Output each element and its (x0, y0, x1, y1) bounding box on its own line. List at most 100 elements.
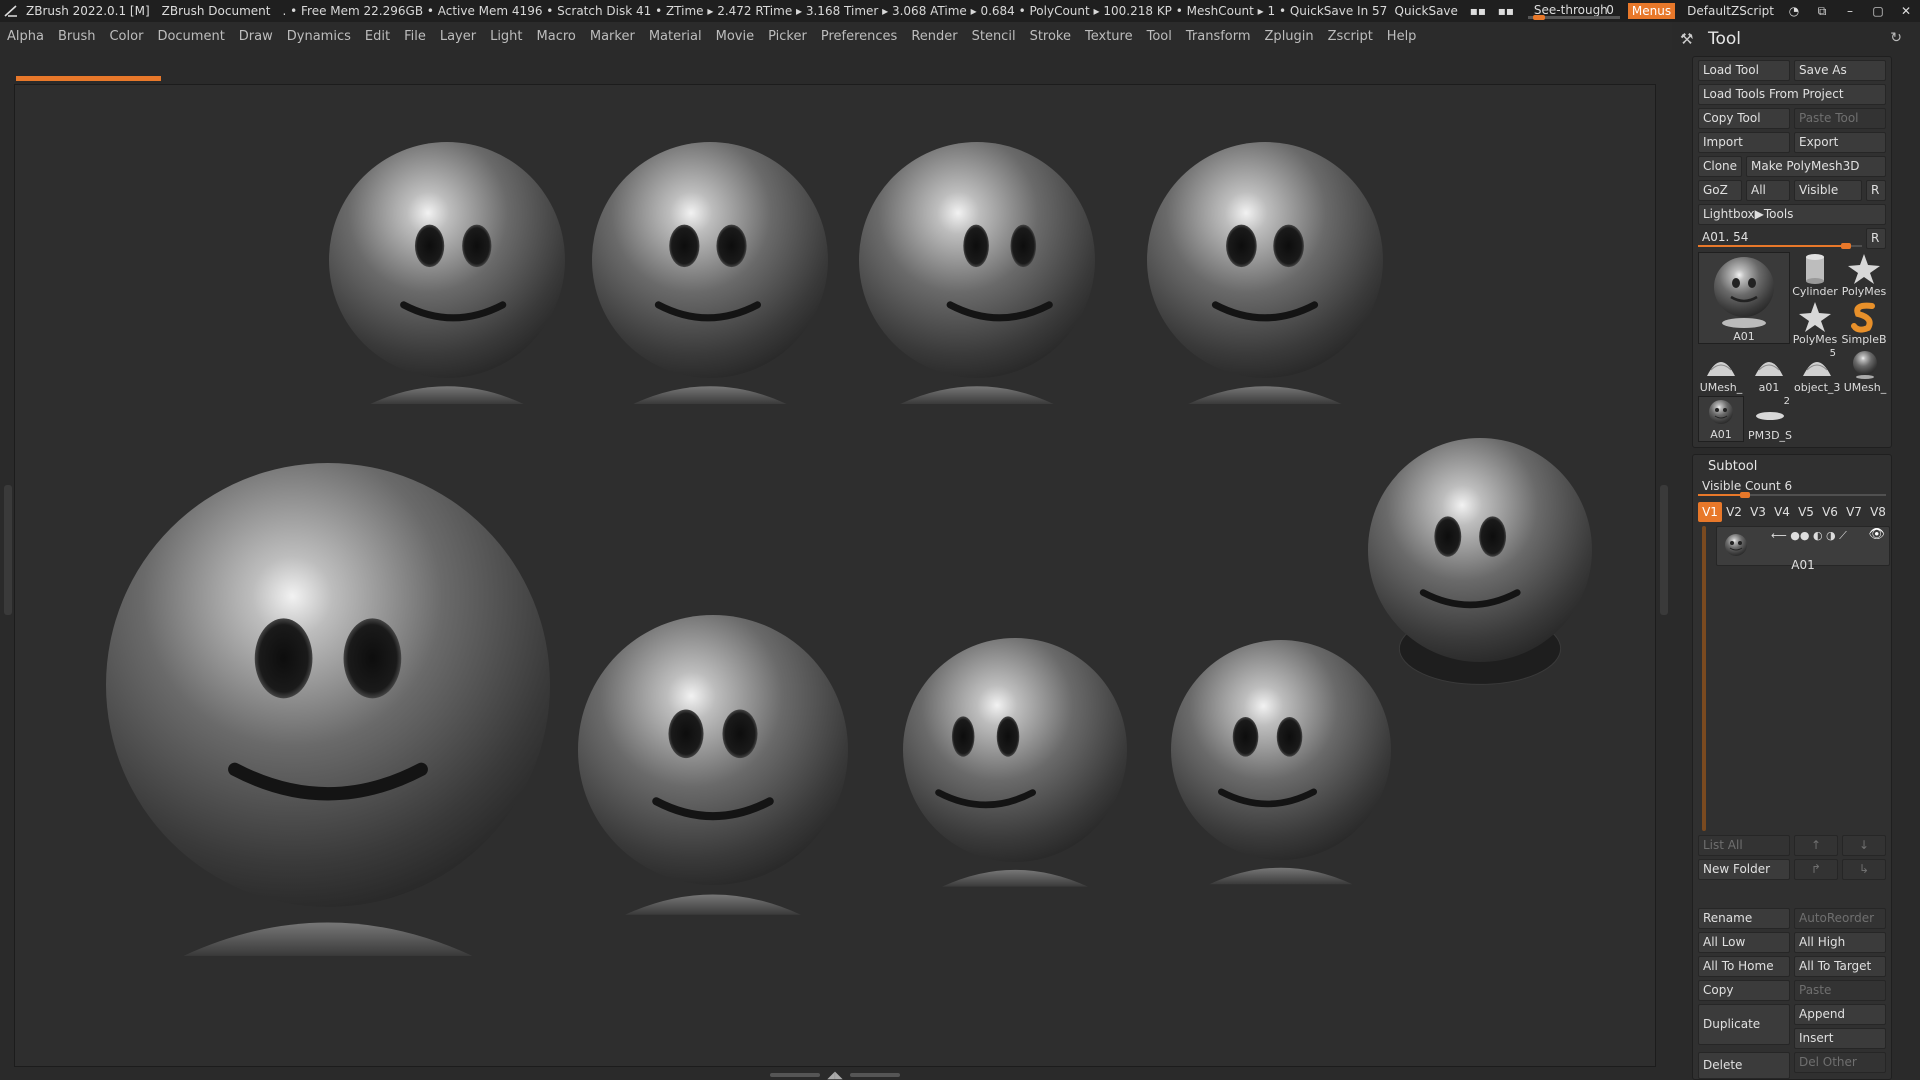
refresh-icon[interactable]: ↻ (1890, 30, 1902, 46)
menu-picker[interactable]: Picker (761, 29, 814, 44)
load-tool-button[interactable]: Load Tool (1698, 60, 1790, 81)
menu-draw[interactable]: Draw (232, 29, 280, 44)
all-to-home-button[interactable]: All To Home (1698, 956, 1790, 977)
left-tray-handle[interactable] (4, 485, 12, 615)
menu-layer[interactable]: Layer (433, 29, 483, 44)
make-polymesh3d-button[interactable]: Make PolyMesh3D (1746, 156, 1886, 177)
menu-tool[interactable]: Tool (1140, 29, 1179, 44)
help-icon[interactable]: ◔ (1780, 4, 1808, 18)
visibility-eye-icon[interactable]: 👁 (1868, 527, 1885, 542)
version-tab-v3[interactable]: V3 (1746, 502, 1770, 522)
subtool-title[interactable]: Subtool (1708, 459, 1757, 474)
copy-button[interactable]: Copy (1698, 980, 1790, 1001)
tool-slider-knob[interactable] (1840, 243, 1851, 249)
close-icon[interactable]: ✕ (1892, 4, 1920, 18)
lightbox-tools-button[interactable]: Lightbox▶Tools (1698, 204, 1886, 225)
tool-thumb-a01-small[interactable]: a01 (1746, 348, 1792, 394)
list-all-button[interactable]: List All (1698, 835, 1790, 856)
menu-edit[interactable]: Edit (358, 29, 397, 44)
copy-tool-button[interactable]: Copy Tool (1698, 108, 1790, 129)
tool-thumb-umesh-2[interactable]: UMesh_ (1842, 348, 1888, 394)
subtool-scrollbar[interactable] (1702, 526, 1706, 831)
version-tab-v1[interactable]: V1 (1698, 502, 1722, 522)
export-button[interactable]: Export (1794, 132, 1886, 153)
menu-stencil[interactable]: Stencil (965, 29, 1023, 44)
canvas-viewport[interactable] (14, 84, 1656, 1067)
version-tab-v4[interactable]: V4 (1770, 502, 1794, 522)
save-as-button[interactable]: Save As (1794, 60, 1886, 81)
tool-thumb-polymesh-star[interactable]: PolyMes (1840, 252, 1888, 298)
quicksave-button[interactable]: QuickSave (1389, 4, 1464, 18)
all-low-button[interactable]: All Low (1698, 932, 1790, 953)
menu-help[interactable]: Help (1380, 29, 1424, 44)
paste-button[interactable]: Paste (1794, 980, 1886, 1001)
see-through-slider[interactable]: See-through 0 (1527, 3, 1620, 20)
maximize-icon[interactable]: ▢ (1864, 4, 1892, 18)
menu-macro[interactable]: Macro (530, 29, 583, 44)
subtool-icons[interactable]: ⟵ ●● ◐ ◑ ⟋ (1771, 529, 1847, 543)
insert-button[interactable]: Insert (1794, 1028, 1886, 1049)
rename-button[interactable]: Rename (1698, 908, 1790, 929)
goz-visible-button[interactable]: Visible (1794, 180, 1862, 201)
goz-button[interactable]: GoZ (1698, 180, 1742, 201)
move-up-icon[interactable]: ↑ (1794, 835, 1838, 856)
append-button[interactable]: Append (1794, 1004, 1886, 1025)
tool-thumb-pm3d[interactable]: 2 PM3D_S (1746, 396, 1794, 442)
tool-thumb-umesh[interactable]: UMesh_ (1698, 348, 1744, 394)
version-tab-v8[interactable]: V8 (1866, 502, 1890, 522)
tool-thumb-object3[interactable]: 5 object_3 (1794, 348, 1840, 394)
bottom-tray-handle[interactable]: ◢◣ (770, 1070, 900, 1080)
paste-tool-button[interactable]: Paste Tool (1794, 108, 1886, 129)
tool-thumb-a01-main[interactable]: A01 (1698, 252, 1790, 344)
palette-layout-icon[interactable]: ⧉ (1808, 4, 1836, 19)
tool-slider[interactable]: A01. 54 (1698, 228, 1862, 249)
version-tab-v6[interactable]: V6 (1818, 502, 1842, 522)
menu-light[interactable]: Light (483, 29, 529, 44)
goz-all-button[interactable]: All (1746, 180, 1790, 201)
clone-button[interactable]: Clone (1698, 156, 1742, 177)
tool-thumb-polymesh-star-2[interactable]: PolyMes (1792, 300, 1838, 346)
see-through-knob[interactable] (1532, 15, 1545, 20)
load-tools-from-project-button[interactable]: Load Tools From Project (1698, 84, 1886, 105)
new-folder-button[interactable]: New Folder (1698, 859, 1790, 880)
tool-palette-header[interactable]: ⚒ Tool ↻ (1672, 22, 1920, 56)
minimize-icon[interactable]: – (1836, 4, 1864, 18)
move-out-folder-icon[interactable]: ↳ (1842, 859, 1886, 880)
version-tab-v5[interactable]: V5 (1794, 502, 1818, 522)
interface-toggle-icon[interactable]: ▪▪ (1464, 4, 1492, 18)
move-into-folder-icon[interactable]: ↱ (1794, 859, 1838, 880)
goz-r-button[interactable]: R (1866, 180, 1886, 201)
autoreorder-button[interactable]: AutoReorder (1794, 908, 1886, 929)
menu-movie[interactable]: Movie (709, 29, 761, 44)
default-zscript-button[interactable]: DefaultZScript (1681, 4, 1780, 18)
menu-brush[interactable]: Brush (51, 29, 103, 44)
all-to-target-button[interactable]: All To Target (1794, 956, 1886, 977)
menu-texture[interactable]: Texture (1078, 29, 1140, 44)
version-tab-v7[interactable]: V7 (1842, 502, 1866, 522)
right-tray-handle[interactable] (1660, 485, 1668, 615)
menu-alpha[interactable]: Alpha (0, 29, 51, 44)
menu-file[interactable]: File (397, 29, 433, 44)
del-other-button[interactable]: Del Other (1794, 1052, 1886, 1073)
menu-dynamics[interactable]: Dynamics (280, 29, 358, 44)
visible-count-slider[interactable]: Visible Count 6 (1698, 477, 1886, 498)
import-button[interactable]: Import (1698, 132, 1790, 153)
menu-document[interactable]: Document (150, 29, 231, 44)
menu-transform[interactable]: Transform (1179, 29, 1258, 44)
menu-color[interactable]: Color (102, 29, 150, 44)
delete-button[interactable]: Delete (1698, 1052, 1790, 1079)
duplicate-button[interactable]: Duplicate (1698, 1004, 1790, 1045)
visible-count-knob[interactable] (1740, 492, 1750, 498)
tool-slider-r-button[interactable]: R (1866, 228, 1886, 249)
tool-thumb-cylinder[interactable]: Cylinder (1792, 252, 1838, 298)
layout-toggle-icon[interactable]: ▪▪ (1492, 4, 1520, 18)
version-tab-v2[interactable]: V2 (1722, 502, 1746, 522)
menu-render[interactable]: Render (904, 29, 964, 44)
menu-preferences[interactable]: Preferences (814, 29, 904, 44)
menu-zplugin[interactable]: Zplugin (1258, 29, 1321, 44)
menu-zscript[interactable]: Zscript (1321, 29, 1380, 44)
menu-material[interactable]: Material (642, 29, 709, 44)
menus-button[interactable]: Menus (1627, 3, 1676, 19)
menu-stroke[interactable]: Stroke (1023, 29, 1078, 44)
tool-thumb-simplebrush[interactable]: SimpleB (1840, 300, 1888, 346)
